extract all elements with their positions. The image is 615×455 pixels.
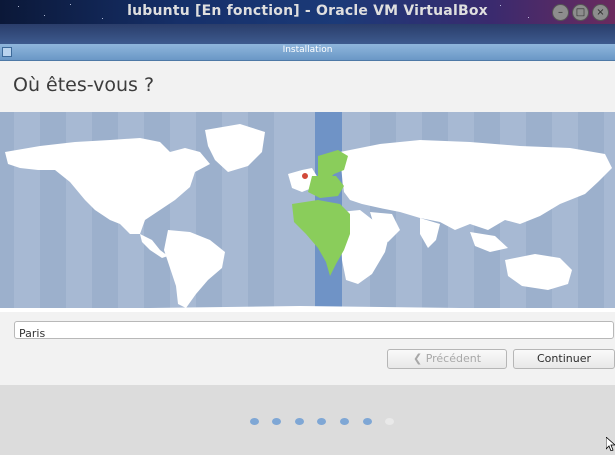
chevron-left-icon: ❮ — [412, 352, 426, 365]
installer-titlebar: Installation — [0, 44, 615, 61]
progress-dot-pending — [385, 418, 394, 425]
installer-window-title: Installation — [282, 45, 333, 55]
location-field[interactable] — [14, 321, 614, 342]
minimize-icon[interactable]: – — [552, 4, 569, 21]
location-input[interactable] — [15, 325, 603, 342]
progress-area — [0, 385, 615, 455]
progress-dot — [340, 418, 349, 425]
continue-button[interactable]: Continuer — [513, 349, 615, 369]
page-title: Où êtes-vous ? — [13, 74, 155, 96]
guest-desktop-background — [0, 24, 615, 44]
previous-label: Précédent — [425, 352, 482, 365]
previous-button[interactable]: ❮ Précédent — [387, 349, 507, 369]
progress-dot — [250, 418, 259, 425]
timezone-map[interactable] — [0, 112, 615, 312]
continue-label: Continuer — [537, 352, 591, 365]
progress-dot — [363, 418, 372, 425]
progress-dot — [317, 418, 326, 425]
maximize-icon[interactable]: □ — [572, 4, 589, 21]
host-titlebar: lubuntu [En fonction] - Oracle VM Virtua… — [0, 0, 615, 24]
installer-panel: Où êtes-vous ? Paris ❮ Précédent Continu… — [0, 61, 615, 385]
progress-dot — [272, 418, 281, 425]
location-marker-icon — [301, 172, 309, 180]
close-icon[interactable]: × — [592, 4, 609, 21]
host-window-title: lubuntu [En fonction] - Oracle VM Virtua… — [127, 3, 488, 19]
mouse-cursor-icon — [606, 437, 615, 451]
progress-dot — [295, 418, 304, 425]
